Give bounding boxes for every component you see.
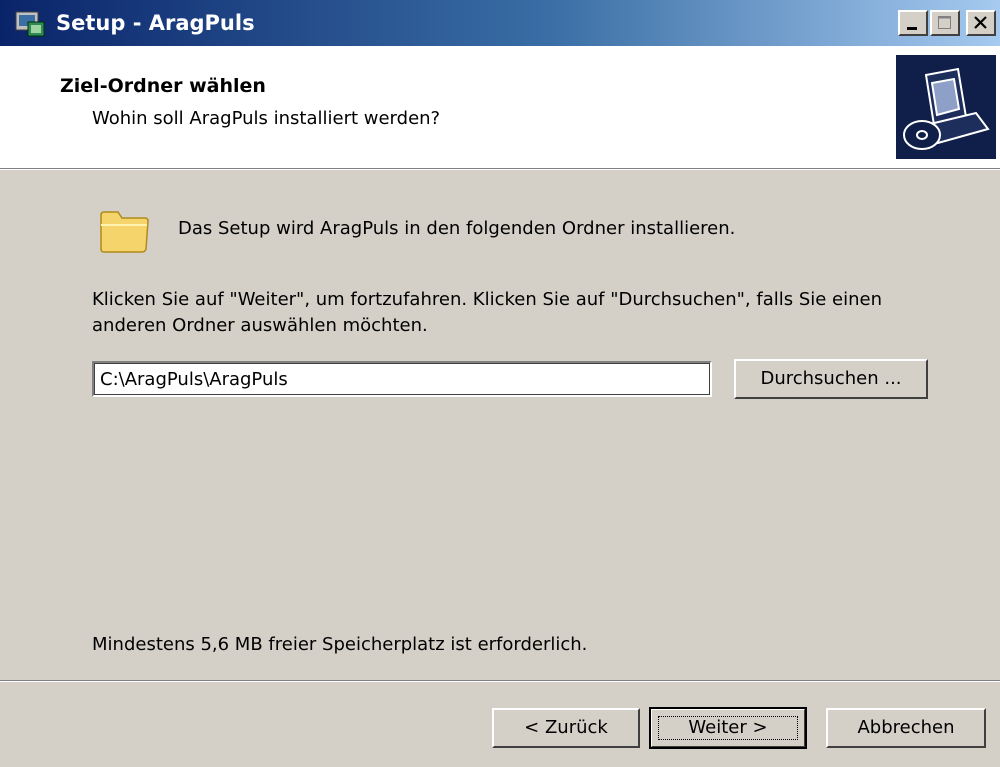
disk-space-text: Mindestens 5,6 MB freier Speicherplatz i…: [92, 634, 588, 655]
browse-button[interactable]: Durchsuchen ...: [734, 359, 928, 399]
maximize-icon: [938, 16, 951, 29]
focus-indicator: [658, 716, 798, 740]
next-button[interactable]: Weiter >: [649, 707, 807, 749]
instruction-text-line2: anderen Ordner auswählen möchten.: [92, 315, 428, 336]
title-bar[interactable]: Setup - AragPuls: [0, 0, 1000, 46]
close-button[interactable]: [966, 10, 996, 36]
computer-disc-icon: [896, 55, 996, 159]
folder-icon: [100, 211, 149, 253]
close-icon: [974, 16, 987, 29]
intro-text: Das Setup wird AragPuls in den folgenden…: [178, 218, 736, 239]
minimize-button[interactable]: [898, 10, 928, 36]
cancel-button[interactable]: Abbrechen: [826, 708, 986, 748]
minimize-icon: [907, 27, 917, 30]
back-button[interactable]: < Zurück: [492, 708, 640, 748]
wizard-header: Ziel-Ordner wählen Wohin soll AragPuls i…: [0, 46, 1000, 168]
destination-path-input[interactable]: [92, 361, 712, 397]
setup-app-icon: [15, 11, 45, 37]
window-title: Setup - AragPuls: [56, 11, 255, 35]
header-separator: [0, 168, 1000, 170]
instruction-text-line1: Klicken Sie auf "Weiter", um fortzufahre…: [92, 289, 883, 310]
maximize-button[interactable]: [930, 10, 960, 36]
page-title: Ziel-Ordner wählen: [60, 75, 266, 97]
page-subtitle: Wohin soll AragPuls installiert werden?: [92, 108, 441, 129]
footer-separator: [0, 680, 1000, 682]
